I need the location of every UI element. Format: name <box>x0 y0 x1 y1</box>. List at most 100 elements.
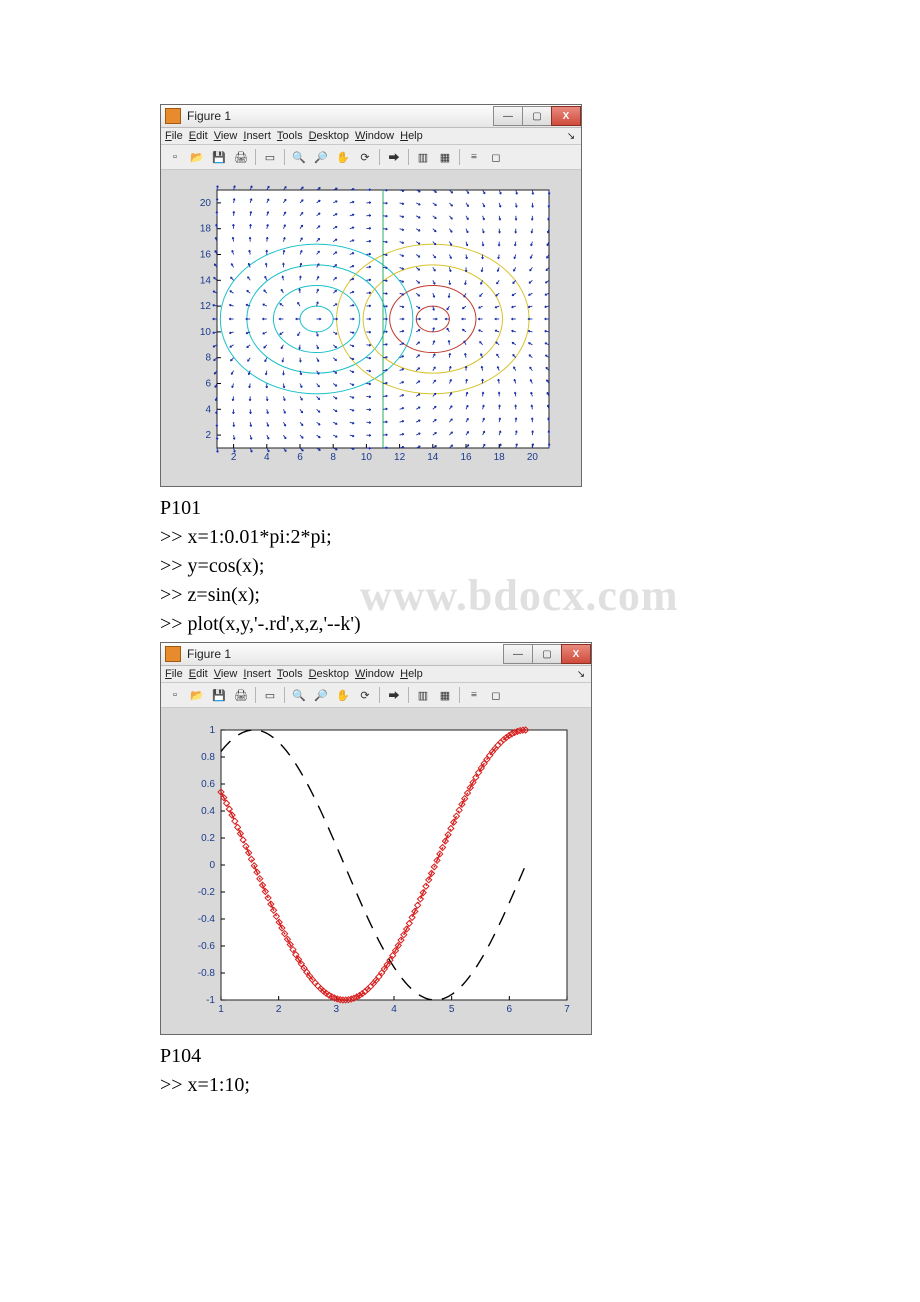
matlab-icon <box>165 646 181 662</box>
titlebar[interactable]: Figure 1 — ▢ X <box>161 105 581 128</box>
plot-area: 24681012141618202468101214161820 <box>161 170 581 486</box>
menu-desktop[interactable]: Desktop <box>309 130 349 142</box>
menu-edit[interactable]: Edit <box>189 130 208 142</box>
window-title: Figure 1 <box>187 647 504 661</box>
code-line: >> plot(x,y,'-.rd',x,z,'--k') <box>160 613 760 636</box>
menu-edit[interactable]: Edit <box>189 668 208 680</box>
rotate-icon[interactable]: ⟳ <box>355 685 375 705</box>
menu-file[interactable]: File <box>165 668 183 680</box>
svg-text:12: 12 <box>200 301 212 312</box>
svg-text:0.2: 0.2 <box>201 833 215 844</box>
colorbar-icon[interactable]: ▥ <box>413 147 433 167</box>
open-icon[interactable]: 📂 <box>187 685 207 705</box>
open-icon[interactable]: 📂 <box>187 147 207 167</box>
svg-text:3: 3 <box>334 1004 340 1015</box>
menu-insert[interactable]: Insert <box>243 668 271 680</box>
window-title: Figure 1 <box>187 109 494 123</box>
menu-help[interactable]: Help <box>400 668 423 680</box>
zoom-in-icon[interactable]: 🔍 <box>289 147 309 167</box>
svg-text:2: 2 <box>205 430 211 441</box>
minimize-button[interactable]: — <box>503 644 533 664</box>
axes-2[interactable]: 1234567-1-0.8-0.6-0.4-0.200.20.40.60.81 <box>171 718 579 1028</box>
zoom-out-icon[interactable]: 🔎 <box>311 685 331 705</box>
code-line: >> y=cos(x); <box>160 555 760 578</box>
svg-text:0: 0 <box>209 860 215 871</box>
linked-icon[interactable]: ≡ <box>464 147 484 167</box>
menu-help[interactable]: Help <box>400 130 423 142</box>
plottools-icon[interactable]: ◻ <box>486 147 506 167</box>
svg-text:16: 16 <box>460 452 472 463</box>
svg-text:6: 6 <box>297 452 303 463</box>
zoom-in-icon[interactable]: 🔍 <box>289 685 309 705</box>
svg-text:1: 1 <box>209 725 215 736</box>
menu-insert[interactable]: Insert <box>243 130 271 142</box>
matlab-icon <box>165 108 181 124</box>
close-button[interactable]: X <box>561 644 591 664</box>
rotate-icon[interactable]: ⟳ <box>355 147 375 167</box>
section-p104: P104 <box>160 1045 760 1068</box>
legend-icon[interactable]: ▦ <box>435 147 455 167</box>
svg-text:18: 18 <box>494 452 506 463</box>
save-icon[interactable]: 💾 <box>209 685 229 705</box>
menu-view[interactable]: View <box>214 130 238 142</box>
axes-1[interactable]: 24681012141618202468101214161820 <box>171 180 569 480</box>
menu-file[interactable]: File <box>165 130 183 142</box>
new-icon[interactable]: ▫ <box>165 147 185 167</box>
close-button[interactable]: X <box>551 106 581 126</box>
legend-icon[interactable]: ▦ <box>435 685 455 705</box>
toolbar: ▫ 📂 💾 🖨 ▭ 🔍 🔎 ✋ ⟳ ⮕ ▥ ▦ ≡ ◻ <box>161 145 581 170</box>
svg-text:8: 8 <box>205 353 211 364</box>
menu-desktop[interactable]: Desktop <box>309 668 349 680</box>
svg-text:-0.6: -0.6 <box>198 941 216 952</box>
colorbar-icon[interactable]: ▥ <box>413 685 433 705</box>
menu-view[interactable]: View <box>214 668 238 680</box>
svg-text:12: 12 <box>394 452 406 463</box>
pointer-icon[interactable]: ▭ <box>260 147 280 167</box>
svg-text:6: 6 <box>205 379 211 390</box>
toolbar: ▫ 📂 💾 🖨 ▭ 🔍 🔎 ✋ ⟳ ⮕ ▥ ▦ ≡ ◻ <box>161 683 591 708</box>
pointer-icon[interactable]: ▭ <box>260 685 280 705</box>
menu-tools[interactable]: Tools <box>277 668 303 680</box>
minimize-button[interactable]: — <box>493 106 523 126</box>
code-line: >> z=sin(x); <box>160 584 760 607</box>
svg-text:1: 1 <box>218 1004 224 1015</box>
print-icon[interactable]: 🖨 <box>231 685 251 705</box>
svg-text:18: 18 <box>200 224 212 235</box>
svg-text:0.6: 0.6 <box>201 779 215 790</box>
svg-text:4: 4 <box>391 1004 397 1015</box>
svg-text:-0.4: -0.4 <box>198 914 216 925</box>
plot-area: 1234567-1-0.8-0.6-0.4-0.200.20.40.60.81 <box>161 708 591 1034</box>
pan-icon[interactable]: ✋ <box>333 685 353 705</box>
new-icon[interactable]: ▫ <box>165 685 185 705</box>
dock-icon[interactable]: ↘ <box>565 131 577 141</box>
svg-text:16: 16 <box>200 250 212 261</box>
zoom-out-icon[interactable]: 🔎 <box>311 147 331 167</box>
maximize-button[interactable]: ▢ <box>532 644 562 664</box>
titlebar[interactable]: Figure 1 — ▢ X <box>161 643 591 666</box>
pan-icon[interactable]: ✋ <box>333 147 353 167</box>
plottools-icon[interactable]: ◻ <box>486 685 506 705</box>
svg-text:14: 14 <box>427 452 439 463</box>
dock-icon[interactable]: ↘ <box>575 669 587 679</box>
code-line: >> x=1:10; <box>160 1074 760 1097</box>
print-icon[interactable]: 🖨 <box>231 147 251 167</box>
datacursor-icon[interactable]: ⮕ <box>384 685 404 705</box>
svg-text:8: 8 <box>330 452 336 463</box>
menubar: File Edit View Insert Tools Desktop Wind… <box>161 666 591 683</box>
svg-text:2: 2 <box>276 1004 282 1015</box>
svg-text:10: 10 <box>200 327 212 338</box>
svg-text:0.8: 0.8 <box>201 752 215 763</box>
menu-window[interactable]: Window <box>355 668 394 680</box>
datacursor-icon[interactable]: ⮕ <box>384 147 404 167</box>
maximize-button[interactable]: ▢ <box>522 106 552 126</box>
linked-icon[interactable]: ≡ <box>464 685 484 705</box>
svg-text:0.4: 0.4 <box>201 806 215 817</box>
save-icon[interactable]: 💾 <box>209 147 229 167</box>
figure-window-2: Figure 1 — ▢ X File Edit View Insert Too… <box>160 642 592 1035</box>
svg-text:20: 20 <box>200 198 212 209</box>
menu-window[interactable]: Window <box>355 130 394 142</box>
menu-tools[interactable]: Tools <box>277 130 303 142</box>
svg-text:5: 5 <box>449 1004 455 1015</box>
svg-text:4: 4 <box>205 404 211 415</box>
svg-text:14: 14 <box>200 275 212 286</box>
